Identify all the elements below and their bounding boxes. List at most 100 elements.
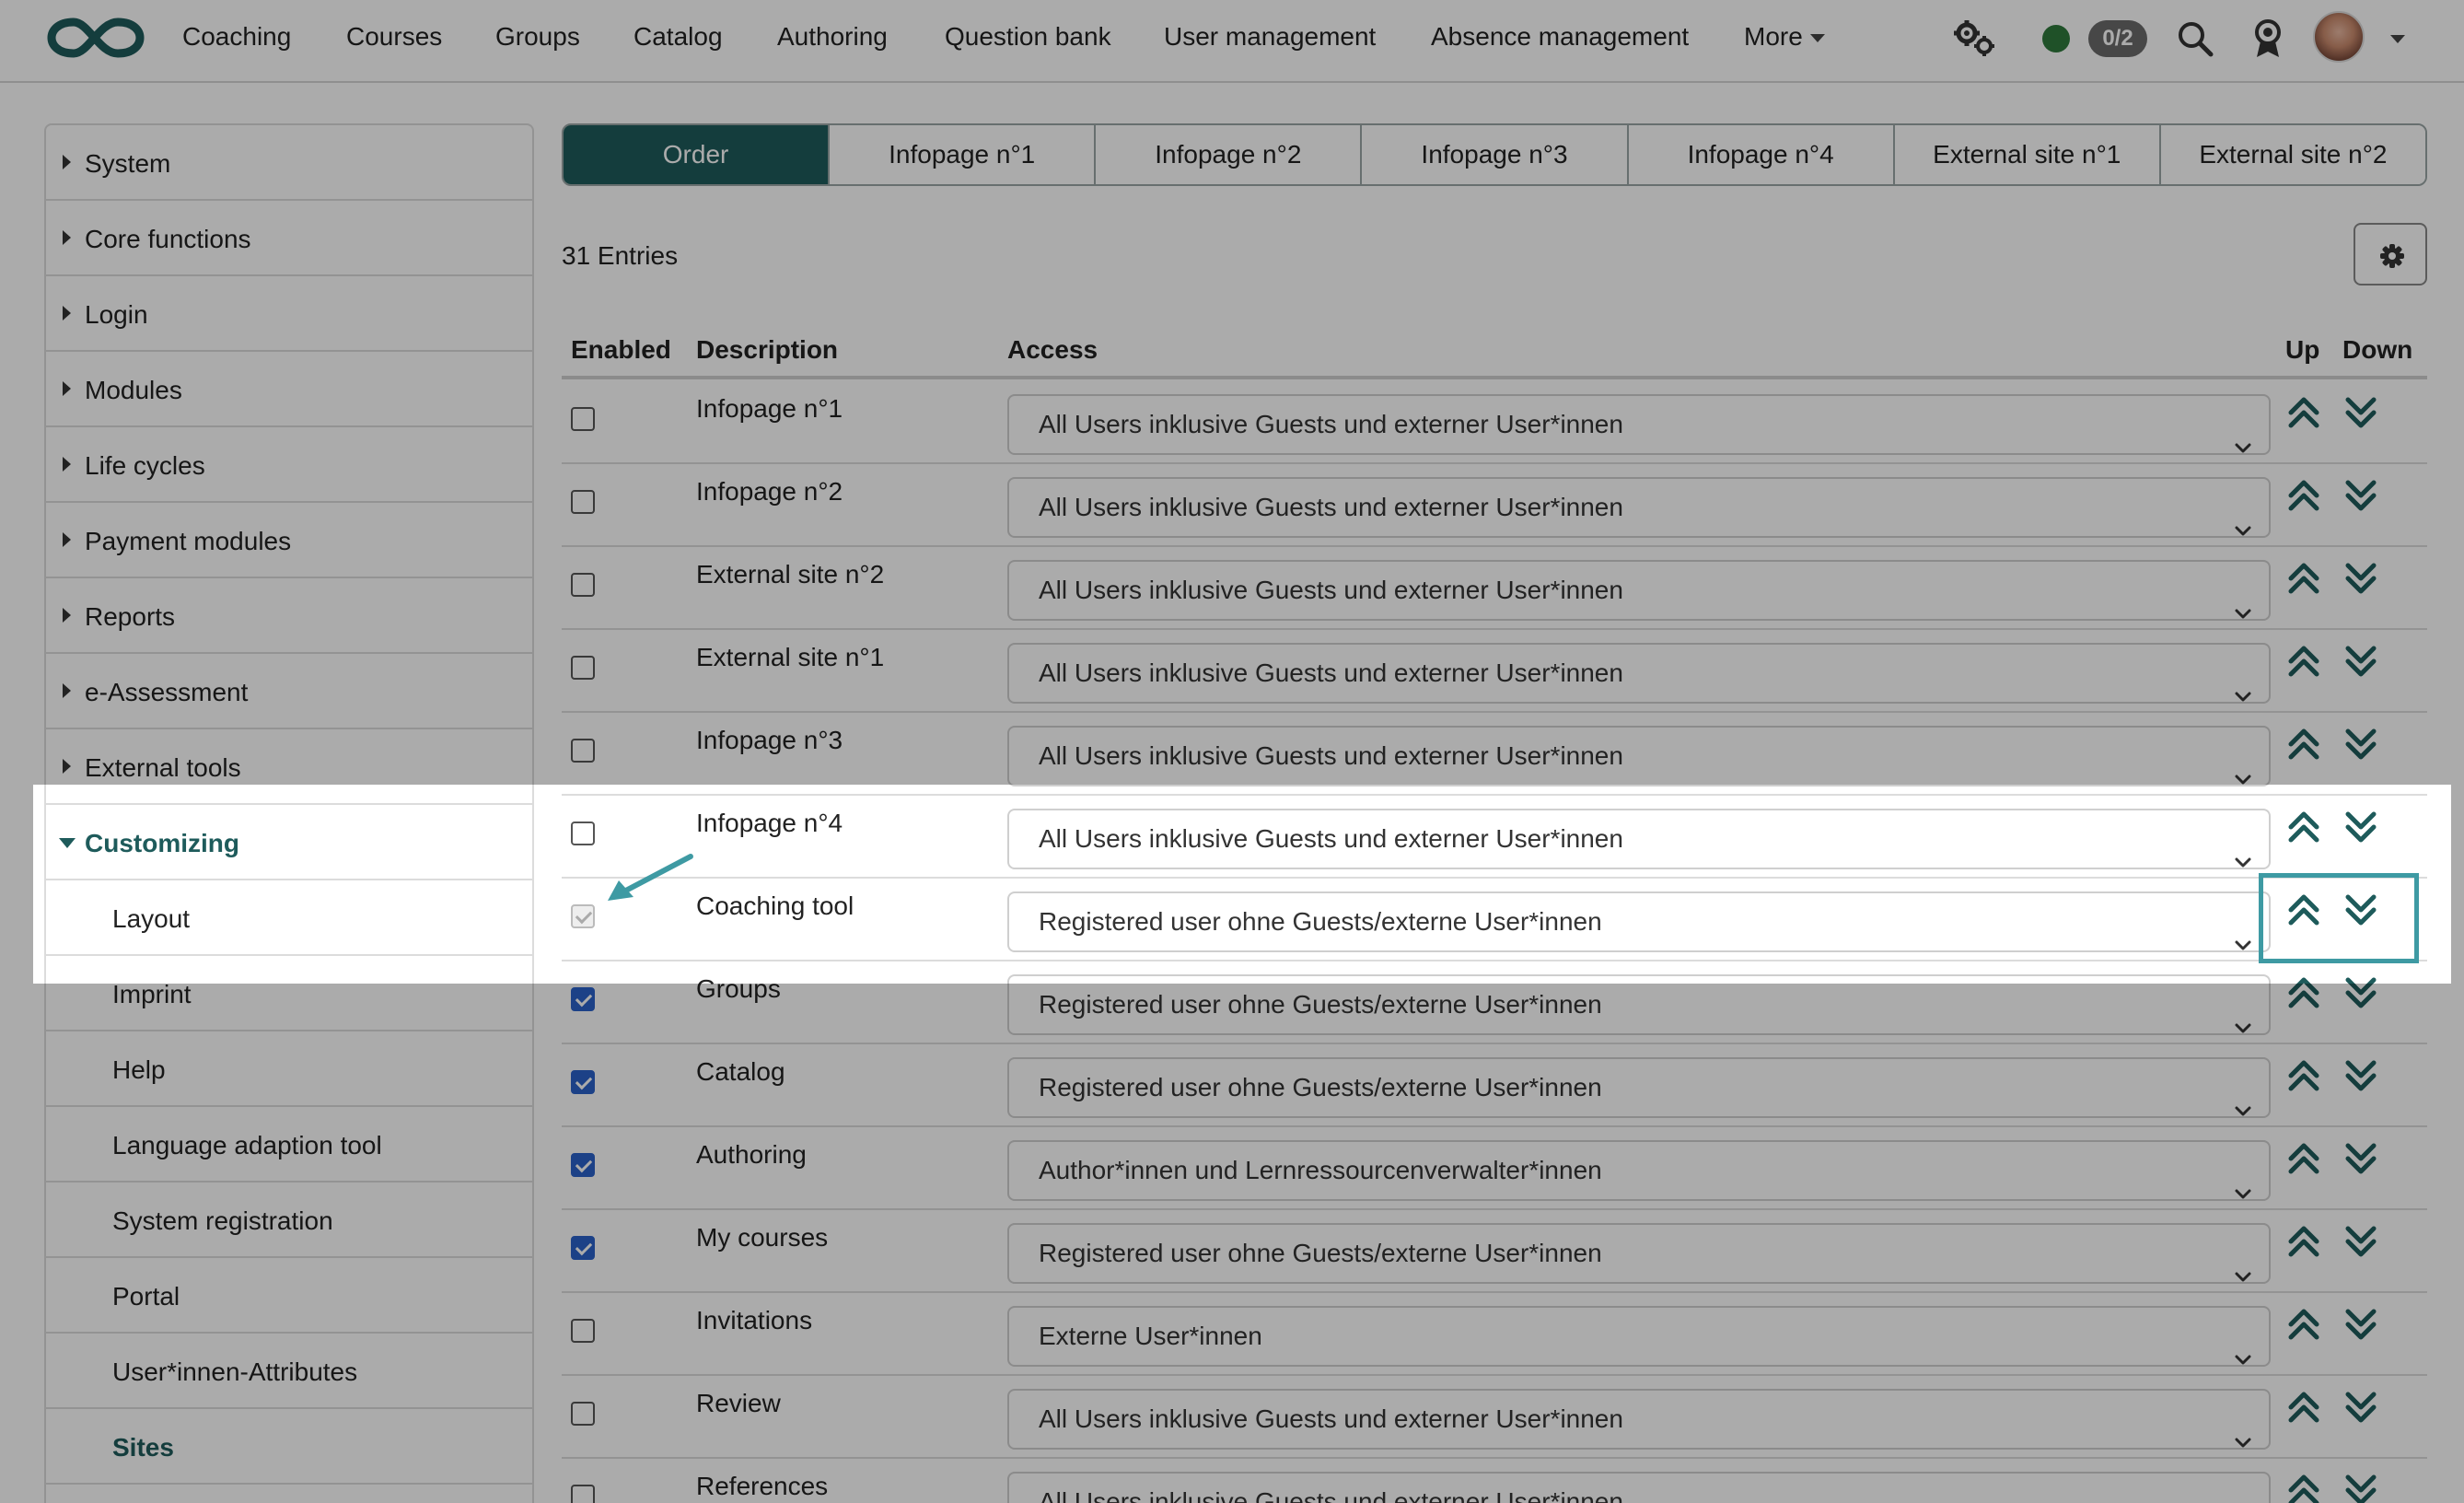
enabled-checkbox[interactable] [571,987,595,1011]
nav-user-management[interactable]: User management [1164,22,1376,52]
sidebar-item-portal[interactable]: Portal [46,1258,532,1334]
enabled-checkbox[interactable] [571,1070,595,1094]
sidebar-item-core-functions[interactable]: Core functions [46,201,532,276]
move-up-icon[interactable] [2284,807,2324,847]
access-select[interactable]: All Users inklusive Guests und externer … [1007,726,2271,786]
access-select[interactable]: All Users inklusive Guests und externer … [1007,477,2271,538]
avatar-caret-down-icon[interactable] [2390,35,2405,43]
enabled-checkbox[interactable] [571,739,595,763]
tab-infopage-3[interactable]: Infopage n°3 [1362,125,1629,184]
enabled-checkbox[interactable] [571,407,595,431]
sidebar-item-imprint[interactable]: Imprint [46,956,532,1031]
enabled-checkbox[interactable] [571,1153,595,1177]
move-down-icon[interactable] [2341,807,2381,847]
move-up-icon[interactable] [2284,475,2324,516]
nav-more[interactable]: More [1744,22,1825,52]
nav-absence-management[interactable]: Absence management [1431,22,1689,52]
move-down-icon[interactable] [2341,1470,2381,1503]
sidebar-item-user-attributes[interactable]: User*innen-Attributes [46,1334,532,1409]
enabled-checkbox[interactable] [571,1236,595,1260]
enabled-checkbox[interactable] [571,656,595,680]
access-select-value: Externe User*innen [1039,1322,1262,1350]
access-select[interactable]: Registered user ohne Guests/externe User… [1007,1223,2271,1284]
enabled-checkbox[interactable] [571,821,595,845]
access-select[interactable]: Registered user ohne Guests/externe User… [1007,1057,2271,1118]
move-down-icon[interactable] [2341,890,2381,930]
access-select[interactable]: Registered user ohne Guests/externe User… [1007,974,2271,1035]
access-select[interactable]: All Users inklusive Guests und externer … [1007,809,2271,869]
tab-external-site-1[interactable]: External site n°1 [1894,125,2161,184]
move-up-icon[interactable] [2284,392,2324,433]
move-down-icon[interactable] [2341,1138,2381,1179]
move-up-icon[interactable] [2284,890,2324,930]
move-up-icon[interactable] [2284,973,2324,1013]
move-down-icon[interactable] [2341,724,2381,764]
move-up-icon[interactable] [2284,1138,2324,1179]
move-down-icon[interactable] [2341,1221,2381,1262]
tab-infopage-4[interactable]: Infopage n°4 [1628,125,1895,184]
nav-catalog[interactable]: Catalog [633,22,723,52]
tab-infopage-2[interactable]: Infopage n°2 [1096,125,1363,184]
search-icon[interactable] [2177,20,2214,57]
settings-gears-icon[interactable] [1952,18,1998,59]
table-settings-button[interactable] [2354,223,2427,285]
move-up-icon[interactable] [2284,1055,2324,1096]
move-down-icon[interactable] [2341,1387,2381,1427]
counter-badge[interactable]: 0/2 [2088,20,2147,57]
move-down-icon[interactable] [2341,558,2381,599]
enabled-checkbox[interactable] [571,1485,595,1503]
sidebar-item-e-assessment[interactable]: e-Assessment [46,654,532,729]
sidebar-item-help[interactable]: Help [46,1031,532,1107]
access-select[interactable]: Author*innen und Lernressourcenverwalter… [1007,1140,2271,1201]
nav-question-bank[interactable]: Question bank [945,22,1111,52]
move-down-icon[interactable] [2341,392,2381,433]
enabled-checkbox[interactable] [571,1402,595,1426]
sidebar-item-reports[interactable]: Reports [46,578,532,654]
access-select[interactable]: All Users inklusive Guests und externer … [1007,643,2271,704]
nav-courses[interactable]: Courses [346,22,442,52]
sidebar-item-customizing[interactable]: Customizing [46,805,532,880]
nav-groups[interactable]: Groups [495,22,580,52]
sidebar-item-payment-modules[interactable]: Payment modules [46,503,532,578]
move-up-icon[interactable] [2284,724,2324,764]
sidebar-item-system[interactable]: System [46,125,532,201]
access-select[interactable]: All Users inklusive Guests und externer … [1007,1389,2271,1450]
move-down-icon[interactable] [2341,475,2381,516]
online-status-dot[interactable] [2042,25,2070,52]
sidebar-item-system-registration[interactable]: System registration [46,1183,532,1258]
move-up-icon[interactable] [2284,1221,2324,1262]
sidebar-item-external-tools[interactable]: External tools [46,729,532,805]
nav-coaching[interactable]: Coaching [182,22,291,52]
move-up-icon[interactable] [2284,1387,2324,1427]
table-row: Coaching tool Registered user ohne Guests… [562,879,2427,961]
award-icon[interactable] [2252,18,2284,59]
move-up-icon[interactable] [2284,641,2324,682]
sidebar-item-sites[interactable]: Sites [46,1409,532,1485]
access-select[interactable]: All Users inklusive Guests und externer … [1007,1472,2271,1503]
move-down-icon[interactable] [2341,1055,2381,1096]
move-down-icon[interactable] [2341,641,2381,682]
move-up-icon[interactable] [2284,1470,2324,1503]
access-select[interactable]: Registered user ohne Guests/externe User… [1007,891,2271,952]
access-select[interactable]: All Users inklusive Guests und externer … [1007,560,2271,621]
sidebar-item-login[interactable]: Login [46,276,532,352]
access-select[interactable]: All Users inklusive Guests und externer … [1007,394,2271,455]
move-up-icon[interactable] [2284,1304,2324,1345]
sidebar-item-life-cycles[interactable]: Life cycles [46,427,532,503]
tab-infopage-1[interactable]: Infopage n°1 [830,125,1097,184]
move-down-icon[interactable] [2341,1304,2381,1345]
access-select[interactable]: Externe User*innen [1007,1306,2271,1367]
nav-authoring[interactable]: Authoring [777,22,888,52]
sidebar-item-modules[interactable]: Modules [46,352,532,427]
enabled-checkbox[interactable] [571,1319,595,1343]
enabled-checkbox[interactable] [571,573,595,597]
sidebar-item-language-adaption-tool[interactable]: Language adaption tool [46,1107,532,1183]
infinity-logo-icon[interactable] [46,11,145,64]
move-down-icon[interactable] [2341,973,2381,1013]
move-up-icon[interactable] [2284,558,2324,599]
tab-external-site-2[interactable]: External site n°2 [2160,125,2425,184]
enabled-checkbox[interactable] [571,490,595,514]
tab-order[interactable]: Order [564,125,831,184]
user-avatar[interactable] [2313,11,2365,63]
sidebar-item-layout[interactable]: Layout [46,880,532,956]
